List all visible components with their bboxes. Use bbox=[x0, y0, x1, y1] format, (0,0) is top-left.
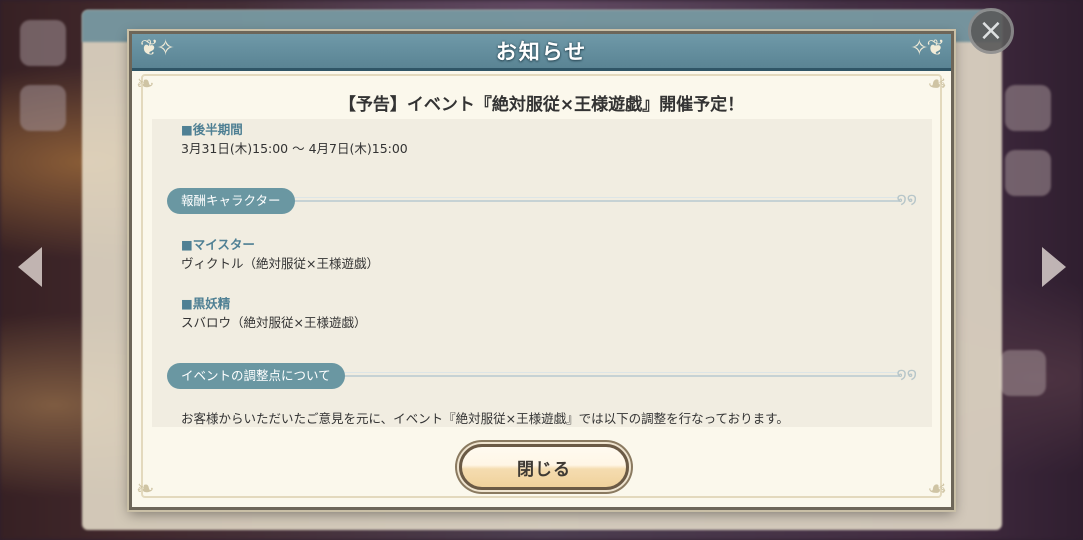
meister-value: ヴィクトル（絶対服従×王様遊戯） bbox=[181, 256, 379, 271]
swirl-ornament-icon: ໑໑ bbox=[896, 364, 918, 383]
arrow-left-icon[interactable] bbox=[18, 247, 42, 287]
notice-dialog: ❦✧ お知らせ ✧❦ ❧ ☙ ❧ ☙ 【予告】イベント『絶対服従×王様遊戯』開催… bbox=[129, 31, 954, 510]
section-divider bbox=[337, 372, 899, 377]
close-button[interactable]: 閉じる bbox=[459, 444, 629, 490]
period-heading: ■後半期間 bbox=[181, 122, 243, 137]
dialog-header: ❦✧ お知らせ ✧❦ bbox=[132, 34, 951, 71]
adjust-section-label: イベントの調整点について bbox=[167, 363, 345, 389]
corner-ornament-icon: ❧ bbox=[136, 477, 155, 502]
swirl-ornament-icon: ໑໑ bbox=[896, 189, 918, 208]
corner-ornament-icon: ☙ bbox=[927, 477, 947, 502]
section-divider bbox=[267, 197, 899, 202]
fairy-heading: ■黒妖精 bbox=[181, 296, 231, 311]
swirl-ornament-icon: ✧❦ bbox=[910, 36, 945, 61]
period-value: 3月31日(木)15:00 〜 4月7日(木)15:00 bbox=[181, 141, 408, 156]
meister-heading: ■マイスター bbox=[181, 237, 255, 252]
arrow-right-icon[interactable] bbox=[1042, 247, 1066, 287]
swirl-ornament-icon: ❦✧ bbox=[140, 36, 175, 61]
fairy-value: スバロウ（絶対服従×王様遊戯） bbox=[181, 315, 367, 330]
notice-content-scroll[interactable]: ■後半期間 3月31日(木)15:00 〜 4月7日(木)15:00 報酬キャラ… bbox=[152, 119, 932, 427]
adjust-text: お客様からいただいたご意見を元に、イベント『絶対服従×王様遊戯』では以下の調整を… bbox=[181, 411, 789, 426]
notice-title: 【予告】イベント『絶対服従×王様遊戯』開催予定！ bbox=[338, 95, 745, 115]
close-x-icon[interactable]: × bbox=[968, 8, 1014, 54]
adjust-section-bar: イベントの調整点について ໑໑ bbox=[167, 363, 917, 389]
reward-section-bar: 報酬キャラクター ໑໑ bbox=[167, 188, 917, 214]
dialog-title: お知らせ bbox=[495, 40, 588, 64]
reward-section-label: 報酬キャラクター bbox=[167, 188, 295, 214]
